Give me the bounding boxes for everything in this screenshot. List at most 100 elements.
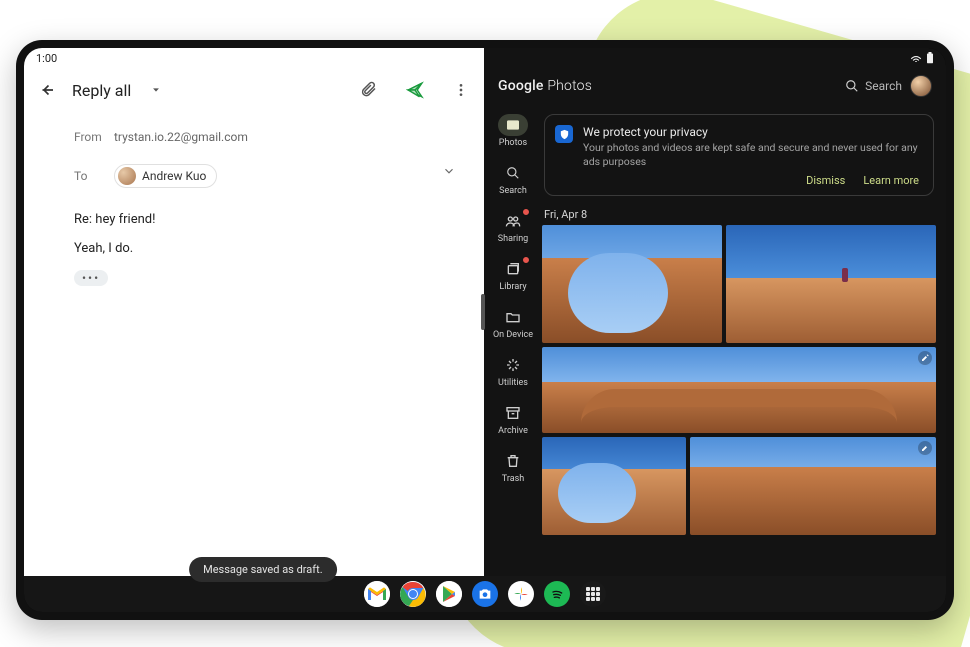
gmail-pane: Reply all: [24, 48, 484, 576]
shield-icon: [555, 125, 573, 143]
people-icon: [505, 213, 521, 229]
search-button[interactable]: Search: [845, 79, 902, 93]
compose-title: Reply all: [72, 81, 131, 100]
to-label: To: [74, 169, 114, 183]
photo-thumbnail[interactable]: [726, 225, 936, 343]
tablet-screen: 1:00 Reply all: [24, 48, 946, 612]
chevron-down-icon: [442, 164, 456, 178]
reply-mode-dropdown[interactable]: [141, 75, 171, 105]
send-icon: [406, 81, 424, 99]
gmail-toolbar: Reply all: [24, 68, 484, 112]
toast-message: Message saved as draft.: [189, 557, 337, 582]
google-photos-logo: Google Photos: [498, 78, 592, 94]
play-store-icon: [436, 581, 462, 607]
rail-sharing[interactable]: Sharing: [484, 206, 542, 248]
battery-icon: [926, 52, 934, 64]
logo-photos-text: Photos: [547, 78, 592, 94]
taskbar-all-apps[interactable]: [580, 581, 606, 607]
taskbar: [24, 576, 946, 612]
paperclip-icon: [360, 81, 378, 99]
photo-grid: [542, 225, 936, 570]
status-icons: [910, 52, 934, 64]
library-icon: [505, 261, 521, 277]
logo-google-text: Google: [498, 78, 544, 94]
trash-icon: [505, 453, 521, 469]
photo-thumbnail[interactable]: [542, 347, 936, 433]
from-label: From: [74, 130, 114, 144]
camera-icon: [477, 586, 493, 602]
notification-badge-icon: [522, 208, 530, 216]
compose-body: From trystan.io.22@gmail.com To Andrew K…: [24, 112, 484, 286]
photos-main: We protect your privacy Your photos and …: [542, 68, 946, 576]
taskbar-photos[interactable]: [508, 581, 534, 607]
privacy-learn-button[interactable]: Learn more: [863, 174, 919, 187]
spotify-icon: [549, 586, 565, 602]
photo-thumbnail[interactable]: [542, 437, 686, 535]
photos-nav-rail: Photos Search Sharing: [484, 68, 542, 576]
image-icon: [505, 117, 521, 133]
photos-pane: Google Photos Search Photos: [484, 48, 946, 576]
send-button[interactable]: [400, 75, 430, 105]
privacy-dismiss-button[interactable]: Dismiss: [806, 174, 845, 187]
photo-thumbnail[interactable]: [542, 225, 722, 343]
photos-header: Google Photos Search: [484, 68, 946, 104]
caret-down-icon: [151, 85, 161, 95]
google-photos-icon: [512, 585, 530, 603]
rail-label: Photos: [499, 138, 527, 148]
status-clock: 1:00: [36, 52, 57, 65]
taskbar-spotify[interactable]: [544, 581, 570, 607]
recipient-name: Andrew Kuo: [142, 169, 206, 183]
rail-ondevice[interactable]: On Device: [484, 302, 542, 344]
taskbar-camera[interactable]: [472, 581, 498, 607]
privacy-banner: We protect your privacy Your photos and …: [544, 114, 934, 196]
attach-button[interactable]: [354, 75, 384, 105]
subject-line[interactable]: Re: hey friend!: [74, 212, 460, 227]
arrow-left-icon: [38, 81, 56, 99]
apps-grid-icon: [586, 587, 600, 601]
person-silhouette-icon: [842, 268, 848, 282]
expand-recipients-button[interactable]: [442, 164, 456, 178]
rail-label: Library: [499, 282, 526, 292]
taskbar-gmail[interactable]: [364, 581, 390, 607]
recipient-avatar-icon: [118, 167, 136, 185]
wifi-icon: [910, 52, 922, 64]
photo-thumbnail[interactable]: [690, 437, 936, 535]
search-icon: [506, 166, 520, 180]
more-vert-icon: [453, 82, 469, 98]
status-bar: 1:00: [24, 48, 946, 68]
to-row[interactable]: To Andrew Kuo: [74, 158, 460, 194]
notification-badge-icon: [522, 256, 530, 264]
rail-trash[interactable]: Trash: [484, 446, 542, 488]
folder-icon: [505, 309, 521, 325]
search-icon: [845, 79, 859, 93]
sparkle-icon: [505, 357, 521, 373]
rail-library[interactable]: Library: [484, 254, 542, 296]
tablet-frame: 1:00 Reply all: [16, 40, 954, 620]
taskbar-play[interactable]: [436, 581, 462, 607]
photo-date-header: Fri, Apr 8: [544, 208, 936, 221]
back-button[interactable]: [32, 75, 62, 105]
rail-label: On Device: [493, 330, 533, 340]
rail-utilities[interactable]: Utilities: [484, 350, 542, 392]
gmail-icon: [364, 581, 390, 607]
more-button[interactable]: [446, 75, 476, 105]
show-trimmed-button[interactable]: •••: [74, 270, 108, 286]
rail-label: Trash: [502, 474, 524, 484]
split-screen: Reply all: [24, 48, 946, 576]
rail-label: Sharing: [498, 234, 528, 244]
privacy-title: We protect your privacy: [583, 125, 919, 139]
recipient-chip[interactable]: Andrew Kuo: [114, 164, 217, 188]
rail-archive[interactable]: Archive: [484, 398, 542, 440]
rail-label: Utilities: [498, 378, 528, 388]
privacy-body: Your photos and videos are kept safe and…: [583, 141, 919, 168]
from-row[interactable]: From trystan.io.22@gmail.com: [74, 124, 460, 150]
split-handle[interactable]: [481, 294, 485, 330]
message-body-text[interactable]: Yeah, I do.: [74, 241, 460, 256]
rail-label: Archive: [498, 426, 528, 436]
account-avatar[interactable]: [910, 75, 932, 97]
taskbar-chrome[interactable]: [400, 581, 426, 607]
search-label: Search: [865, 79, 902, 93]
rail-photos[interactable]: Photos: [484, 110, 542, 152]
rail-search[interactable]: Search: [484, 158, 542, 200]
chrome-icon: [400, 581, 426, 607]
